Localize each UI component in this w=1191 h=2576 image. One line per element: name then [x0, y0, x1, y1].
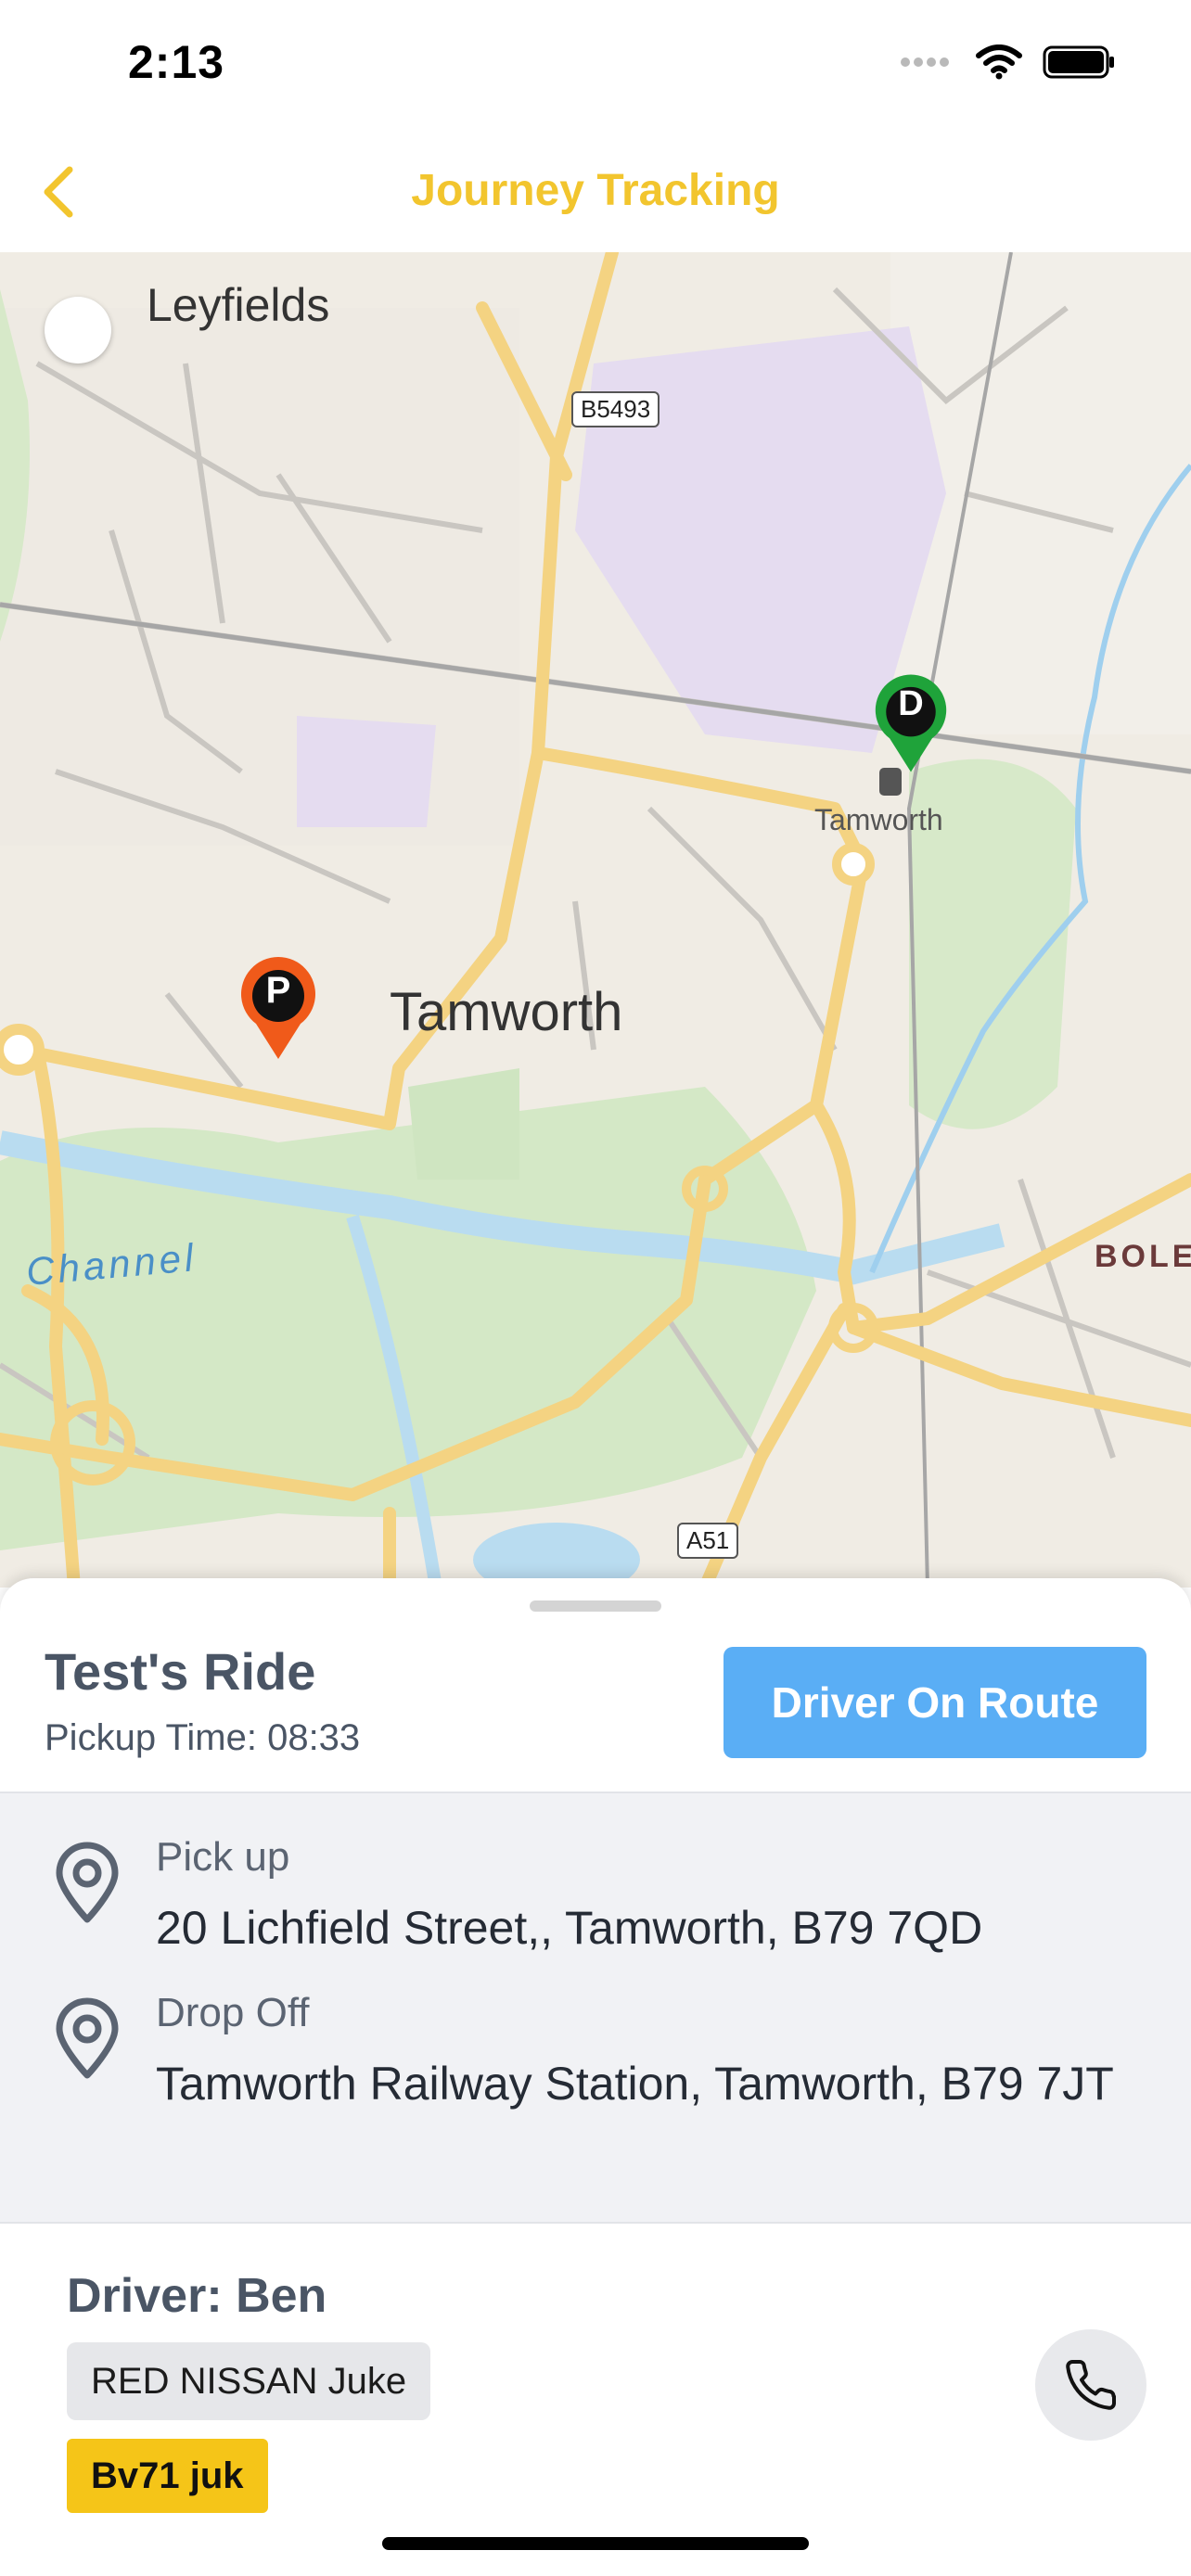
status-bar: 2:13: [0, 0, 1191, 130]
nav-bar: Journey Tracking: [0, 130, 1191, 252]
pickup-pin-letter: P: [265, 970, 291, 1011]
dropoff-address: Tamworth Railway Station, Tamworth, B79 …: [156, 2058, 1114, 2110]
map-label-tamworth: Tamworth: [390, 982, 623, 1042]
map-location-dot[interactable]: [45, 297, 111, 363]
page-title: Journey Tracking: [411, 166, 780, 215]
battery-icon: [1043, 45, 1114, 79]
map-pin-icon: [56, 1997, 119, 2079]
map-view[interactable]: Leyfields Tamworth Tamworth Channel BOLE…: [0, 252, 1191, 1588]
pickup-label: Pick up: [156, 1834, 290, 1880]
driver-status-button[interactable]: Driver On Route: [724, 1647, 1146, 1758]
driver-name: Driver: Ben: [67, 2269, 327, 2323]
car-model-badge: RED NISSAN Juke: [67, 2342, 431, 2420]
status-icons: [900, 45, 1117, 80]
signal-icon: [901, 57, 949, 67]
pickup-pin[interactable]: P: [237, 957, 319, 1065]
status-time: 2:13: [128, 36, 225, 88]
address-panel: Pick up 20 Lichfield Street,, Tamworth, …: [0, 1792, 1191, 2224]
call-driver-button[interactable]: [1035, 2329, 1146, 2441]
dropoff-pin[interactable]: D: [872, 673, 950, 780]
map-pin-icon: [56, 1842, 119, 1923]
sheet-grabber[interactable]: [530, 1600, 661, 1612]
pickup-time: Pickup Time: 08:33: [45, 1717, 361, 1758]
phone-icon: [1066, 2359, 1117, 2410]
map-label-station: Tamworth: [814, 803, 943, 836]
wifi-icon: [976, 45, 1022, 80]
road-shield-a51: A51: [677, 1523, 739, 1559]
pickup-address: 20 Lichfield Street,, Tamworth, B79 7QD: [156, 1902, 983, 1954]
map-label-leyfields: Leyfields: [147, 279, 330, 331]
road-shield-b5493: B5493: [571, 391, 660, 427]
dropoff-pin-letter: D: [898, 684, 924, 723]
license-plate-badge: Bv71 juk: [67, 2439, 268, 2513]
map-base: [0, 252, 1191, 1588]
dropoff-label: Drop Off: [156, 1990, 310, 2035]
home-indicator[interactable]: [382, 2537, 809, 2550]
map-label-bole: BOLE: [1095, 1239, 1191, 1274]
ride-details-sheet: Test's Ride Pickup Time: 08:33 Driver On…: [0, 1578, 1191, 2576]
ride-title: Test's Ride: [45, 1642, 316, 1701]
